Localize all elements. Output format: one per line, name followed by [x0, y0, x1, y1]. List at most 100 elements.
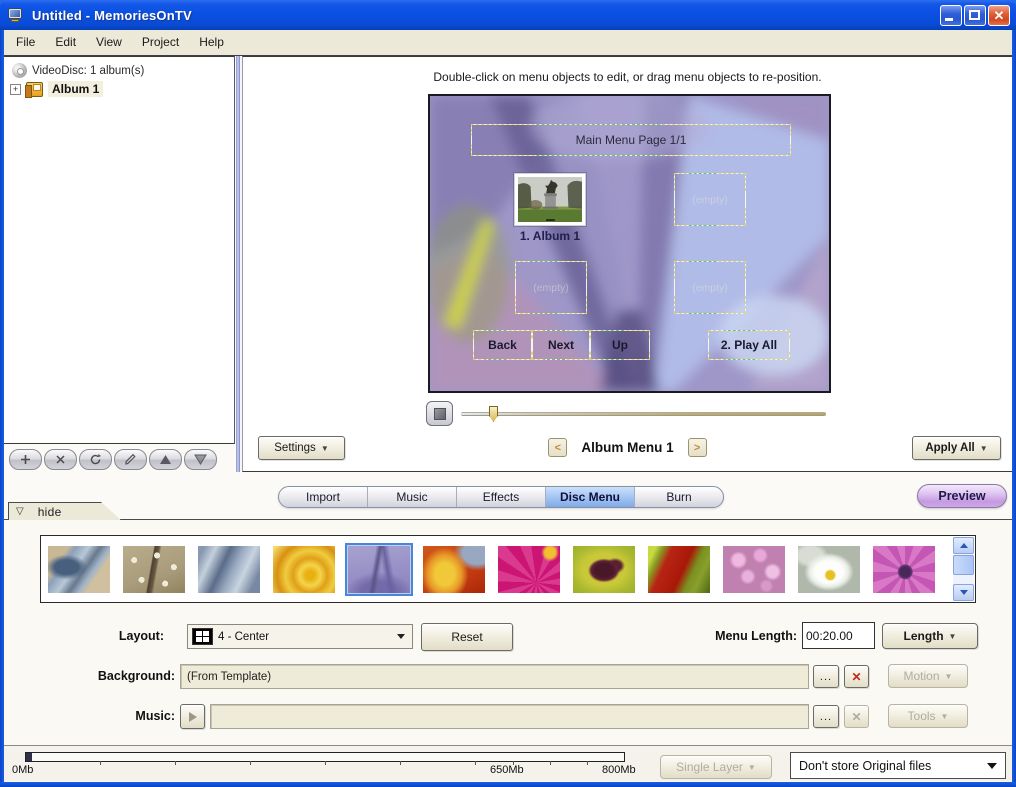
template-thumbnail-red-tulip-leaves[interactable] — [648, 546, 710, 593]
empty-slot-bottom-right[interactable]: (empty) — [674, 261, 746, 314]
music-clear-button[interactable]: ✕ — [844, 705, 869, 728]
tree-album-item[interactable]: + Album 1 — [10, 81, 103, 97]
tab-group: Import Music Effects Disc Menu Burn — [278, 486, 724, 508]
capacity-statusbar: 0Mb 650Mb 800Mb Single Layer▼ Don't stor… — [4, 745, 1012, 781]
apply-all-button[interactable]: Apply All▼ — [912, 436, 1001, 460]
menu-next-button-object[interactable]: Next — [532, 330, 590, 360]
move-up-button[interactable] — [149, 449, 182, 470]
menu-back-label: Back — [488, 338, 517, 352]
editor-instruction: Double-click on menu objects to edit, or… — [243, 70, 1012, 84]
current-menu-label: Album Menu 1 — [581, 440, 673, 455]
add-album-button[interactable] — [9, 449, 42, 470]
tools-button-label: Tools — [908, 709, 936, 723]
window-frame-right — [1012, 30, 1016, 787]
tools-button[interactable]: Tools ▼ — [888, 704, 968, 728]
main-tabbar: Import Music Effects Disc Menu Burn Prev… — [4, 483, 1012, 509]
maximize-button[interactable] — [964, 5, 986, 26]
motion-button[interactable]: Motion▼ — [888, 664, 968, 688]
maximize-icon — [969, 10, 980, 20]
menu-edit[interactable]: Edit — [45, 31, 86, 54]
template-thumbnail-pink-blossoms[interactable] — [723, 546, 785, 593]
empty-slot-label: (empty) — [675, 174, 745, 225]
preview-slider[interactable] — [461, 412, 826, 416]
tab-burn[interactable]: Burn — [635, 487, 723, 507]
window-frame-left — [0, 30, 4, 787]
menu-up-button-object[interactable]: Up — [590, 330, 650, 360]
menu-help[interactable]: Help — [189, 31, 234, 54]
rotate-button[interactable] — [79, 449, 112, 470]
capacity-tick — [100, 761, 101, 765]
app-icon — [8, 8, 26, 23]
template-thumbnail-ribbon-bow[interactable] — [48, 546, 110, 593]
music-field[interactable] — [210, 704, 809, 729]
length-button[interactable]: Length▼ — [882, 623, 978, 649]
scroll-down-button[interactable] — [953, 584, 974, 601]
tree-root-item[interactable]: VideoDisc: 1 album(s) — [12, 63, 144, 78]
menu-project[interactable]: Project — [132, 31, 189, 54]
template-thumbnail-green-tulip[interactable] — [573, 546, 635, 593]
slider-thumb[interactable] — [489, 406, 498, 422]
window-title: Untitled - MemoriesOnTV — [32, 8, 192, 23]
menu-title-object[interactable]: Main Menu Page 1/1 — [471, 124, 791, 156]
prev-menu-button[interactable]: < — [548, 438, 567, 457]
store-original-files-dropdown[interactable]: Don't store Original files — [790, 752, 1006, 779]
delete-album-button[interactable] — [44, 449, 77, 470]
menu-back-button-object[interactable]: Back — [473, 330, 532, 360]
dropdown-arrow-icon — [987, 763, 997, 769]
tab-disc-menu[interactable]: Disc Menu — [546, 487, 635, 507]
titlebar: Untitled - MemoriesOnTV ✕ — [0, 0, 1016, 30]
layout-dropdown[interactable]: 4 - Center — [187, 624, 413, 649]
tab-import[interactable]: Import — [279, 487, 368, 507]
pencil-icon — [124, 453, 137, 466]
album-thumbnail-object[interactable] — [514, 173, 586, 226]
dropdown-arrow-icon: ▼ — [941, 712, 949, 721]
tab-effects[interactable]: Effects — [457, 487, 546, 507]
menu-up-label: Up — [612, 338, 628, 352]
menu-title-text: Main Menu Page 1/1 — [576, 133, 687, 147]
menu-length-input[interactable] — [802, 622, 875, 649]
empty-slot-label: (empty) — [675, 262, 745, 313]
menubar: File Edit View Project Help — [4, 30, 1012, 56]
edit-button[interactable] — [114, 449, 147, 470]
template-thumbnail-blue-ribbon[interactable] — [198, 546, 260, 593]
menu-play-all-object[interactable]: 2. Play All — [708, 330, 790, 360]
move-down-button[interactable] — [184, 449, 217, 470]
template-thumbnail-pink-gerbera[interactable] — [498, 546, 560, 593]
stop-button[interactable] — [426, 401, 453, 426]
music-play-button[interactable] — [180, 704, 205, 729]
empty-slot-bottom-left[interactable]: (empty) — [515, 261, 587, 314]
single-layer-button[interactable]: Single Layer▼ — [660, 755, 772, 779]
scroll-up-button[interactable] — [953, 537, 974, 554]
template-thumbnail-orange-tulip[interactable] — [423, 546, 485, 593]
close-button[interactable]: ✕ — [988, 5, 1010, 26]
music-browse-button[interactable]: ... — [813, 705, 839, 728]
next-menu-button[interactable]: > — [688, 438, 707, 457]
template-thumbnail-memory-fabric[interactable] — [123, 546, 185, 593]
menu-view[interactable]: View — [86, 31, 132, 54]
background-clear-button[interactable]: ✕ — [844, 665, 869, 688]
template-thumbnail-white-flower[interactable] — [798, 546, 860, 593]
template-thumbnail-purple-tulip[interactable] — [348, 546, 410, 593]
capacity-tick — [175, 761, 176, 765]
panel-splitter[interactable] — [235, 56, 242, 472]
disc-menu-preview[interactable]: Main Menu Page 1/1 — [428, 94, 831, 393]
menu-file[interactable]: File — [6, 31, 45, 54]
preview-button[interactable]: Preview — [917, 484, 1007, 508]
disc-menu-panel: ▽ hide — [4, 519, 1012, 780]
scrollbar-thumb[interactable] — [953, 555, 974, 575]
background-field[interactable]: (From Template) — [180, 664, 809, 689]
album-icon — [26, 82, 43, 97]
template-thumbnail-purple-daisy[interactable] — [873, 546, 935, 593]
minimize-button[interactable] — [940, 5, 962, 26]
tree-expand-icon[interactable]: + — [10, 84, 21, 95]
filmstrip-scrollbar — [953, 537, 974, 601]
capacity-end-label: 800Mb — [602, 764, 636, 776]
layout-value: 4 - Center — [218, 631, 397, 643]
template-thumbnail-yellow-rose[interactable] — [273, 546, 335, 593]
reset-button[interactable]: Reset — [421, 623, 513, 651]
dropdown-arrow-icon: ▼ — [980, 444, 988, 453]
tab-music[interactable]: Music — [368, 487, 457, 507]
empty-slot-top-right[interactable]: (empty) — [674, 173, 746, 226]
tree-root-label: VideoDisc: 1 album(s) — [32, 65, 144, 77]
background-browse-button[interactable]: ... — [813, 665, 839, 688]
